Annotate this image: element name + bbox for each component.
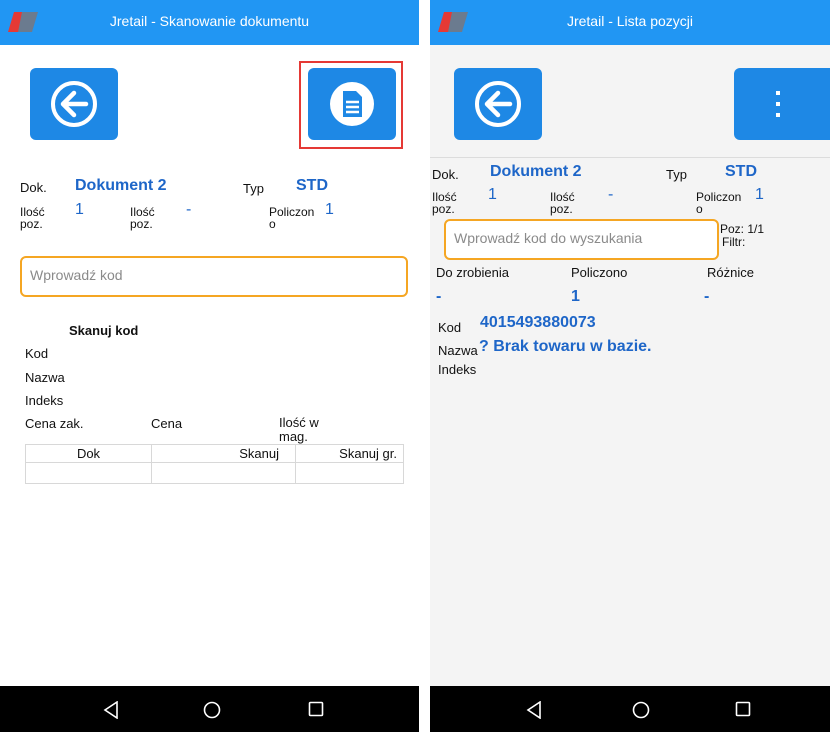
scan-header: Skanuj kod xyxy=(69,323,139,338)
nav-recents-icon[interactable] xyxy=(308,701,324,717)
val-roznice: - xyxy=(704,288,710,305)
more-vertical-icon xyxy=(776,91,780,117)
indeks-label: Indeks xyxy=(25,393,64,408)
ilosc-poz-label: Ilość poz. xyxy=(432,190,457,216)
android-nav-bar xyxy=(0,686,419,732)
android-nav-bar xyxy=(430,686,830,732)
window-title: Jretail - Skanowanie dokumentu xyxy=(109,13,310,29)
dok-value: Dokument 2 xyxy=(490,163,582,180)
ilosc-poz-value: 1 xyxy=(75,201,84,218)
val-do-zrobienia: - xyxy=(436,288,442,305)
kod-label: Kod xyxy=(25,346,49,361)
code-input[interactable]: Wprowadź kod xyxy=(20,256,408,297)
policzono-label: Policzon o xyxy=(696,190,742,216)
kod-label: Kod xyxy=(438,320,462,335)
nazwa-label: Nazwa xyxy=(25,370,65,385)
back-button[interactable] xyxy=(30,68,118,140)
ilosc-poz-label-2: Ilość poz. xyxy=(550,190,575,216)
col-skanuj-gr: Skanuj gr. xyxy=(295,444,404,463)
indeks-label: Indeks xyxy=(438,362,477,377)
cena-label: Cena xyxy=(151,416,183,431)
cena-zak-label: Cena zak. xyxy=(25,416,84,431)
position-info: Poz: 1/1 Filtr: xyxy=(720,223,764,249)
ilosc-poz-value-2: - xyxy=(608,186,614,203)
divider xyxy=(430,157,830,158)
nav-back-icon[interactable] xyxy=(526,701,542,719)
scan-document-screen: Jretail - Skanowanie dokumentu Dok. Doku… xyxy=(0,0,419,732)
dok-value: Dokument 2 xyxy=(75,177,167,194)
typ-value: STD xyxy=(725,163,757,180)
ilosc-w-mag-label: Ilość w mag. xyxy=(279,415,319,444)
policzono-value: 1 xyxy=(325,201,334,218)
title-bar: Jretail - Skanowanie dokumentu xyxy=(0,0,419,45)
table-row xyxy=(25,462,404,484)
nazwa-value: ? Brak towaru w bazie. xyxy=(479,338,652,355)
ilosc-poz-label-2: Ilość poz. xyxy=(130,205,155,231)
back-arrow-icon xyxy=(51,81,97,127)
nav-recents-icon[interactable] xyxy=(735,701,751,717)
policzono-value: 1 xyxy=(755,186,764,203)
title-bar: Jretail - Lista pozycji xyxy=(430,0,830,45)
dok-label: Dok. xyxy=(20,180,47,195)
col-do-zrobienia: Do zrobienia xyxy=(436,265,509,280)
nav-home-icon[interactable] xyxy=(203,701,221,719)
search-input[interactable]: Wprowadź kod do wyszukania xyxy=(444,219,719,260)
back-button[interactable] xyxy=(454,68,542,140)
document-button[interactable] xyxy=(308,68,396,140)
nav-back-icon[interactable] xyxy=(103,701,119,719)
col-policzono: Policzono xyxy=(571,265,628,280)
filtr-label: Filtr: xyxy=(722,235,746,249)
policzono-label: Policzon o xyxy=(269,205,315,231)
scan-table: Dok Skanuj Skanuj gr. xyxy=(25,444,404,484)
screen-separator xyxy=(419,0,430,732)
typ-value: STD xyxy=(296,177,328,194)
document-icon xyxy=(330,82,374,126)
typ-label: Typ xyxy=(666,167,687,182)
menu-button[interactable] xyxy=(734,68,830,140)
window-title: Jretail - Lista pozycji xyxy=(566,13,694,29)
nav-home-icon[interactable] xyxy=(632,701,650,719)
item-list-screen: Jretail - Lista pozycji Dok. Dokument 2 … xyxy=(430,0,830,732)
ilosc-poz-value-2: - xyxy=(186,201,192,218)
col-skanuj: Skanuj xyxy=(151,444,296,463)
val-policzono: 1 xyxy=(571,288,580,305)
kod-value: 4015493880073 xyxy=(480,314,596,331)
ilosc-poz-label: Ilość poz. xyxy=(20,205,45,231)
dok-label: Dok. xyxy=(432,167,459,182)
back-arrow-icon xyxy=(475,81,521,127)
ilosc-poz-value: 1 xyxy=(488,186,497,203)
typ-label: Typ xyxy=(243,181,264,196)
nazwa-label: Nazwa xyxy=(438,343,478,358)
col-dok: Dok xyxy=(25,444,152,463)
col-roznice: Różnice xyxy=(707,265,754,280)
